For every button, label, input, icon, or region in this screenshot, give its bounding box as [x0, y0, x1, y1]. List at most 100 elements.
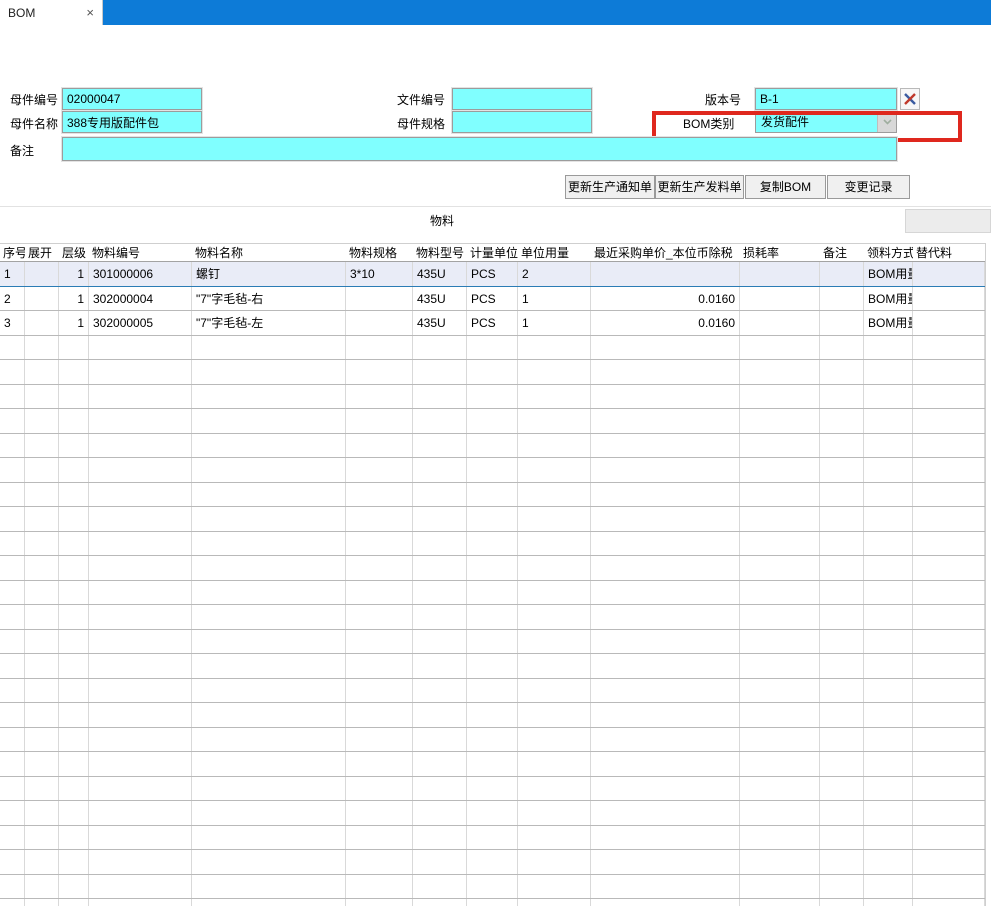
table-row[interactable] — [0, 458, 985, 483]
column-header[interactable]: 物料名称 — [192, 244, 346, 263]
table-row[interactable] — [0, 532, 985, 557]
version-input[interactable] — [755, 88, 897, 110]
copy-bom-button[interactable]: 复制BOM — [745, 175, 826, 199]
table-cell — [346, 899, 413, 906]
parent-name-input[interactable] — [62, 111, 202, 133]
table-cell — [467, 507, 518, 531]
close-icon[interactable]: × — [84, 6, 96, 19]
table-cell — [59, 556, 89, 580]
update-production-notice-button[interactable]: 更新生产通知单 — [565, 175, 655, 199]
table-cell — [864, 605, 913, 629]
table-cell — [740, 826, 820, 850]
table-cell — [0, 458, 25, 482]
update-production-issue-button[interactable]: 更新生产发料单 — [655, 175, 744, 199]
table-cell — [192, 507, 346, 531]
column-header[interactable]: 序号 — [0, 244, 25, 263]
table-cell — [192, 826, 346, 850]
table-cell — [864, 385, 913, 409]
tab-bom[interactable]: BOM × — [0, 0, 103, 25]
table-cell — [413, 679, 467, 703]
table-cell — [346, 728, 413, 752]
table-cell — [25, 899, 59, 906]
table-row[interactable] — [0, 728, 985, 753]
table-row[interactable] — [0, 654, 985, 679]
table-cell — [864, 850, 913, 874]
table-cell — [740, 654, 820, 678]
column-header[interactable]: 展开 — [25, 244, 59, 263]
column-header[interactable]: 最近采购单价_本位币除税 — [591, 244, 740, 263]
column-header[interactable]: 物料编号 — [89, 244, 192, 263]
table-cell — [864, 360, 913, 384]
doc-code-input[interactable] — [452, 88, 592, 110]
table-cell — [346, 801, 413, 825]
table-cell — [740, 262, 820, 286]
table-row[interactable] — [0, 899, 985, 906]
table-row[interactable] — [0, 507, 985, 532]
table-cell — [864, 703, 913, 727]
table-cell: 1 — [518, 311, 591, 335]
table-row[interactable] — [0, 360, 985, 385]
table-cell — [591, 850, 740, 874]
table-cell — [89, 507, 192, 531]
column-header[interactable]: 计量单位 — [467, 244, 518, 263]
table-row[interactable] — [0, 409, 985, 434]
column-header[interactable]: 领料方式 — [864, 244, 913, 263]
table-cell — [346, 507, 413, 531]
table-cell — [346, 287, 413, 311]
table-row[interactable] — [0, 752, 985, 777]
table-row[interactable] — [0, 556, 985, 581]
table-row[interactable] — [0, 703, 985, 728]
table-cell — [740, 605, 820, 629]
table-cell — [591, 605, 740, 629]
table-cell — [0, 434, 25, 458]
table-row[interactable] — [0, 801, 985, 826]
table-cell — [59, 605, 89, 629]
column-header[interactable]: 单位用量 — [518, 244, 591, 263]
table-row[interactable]: 31302000005"7"字毛毡-左435UPCS10.0160BOM用量 — [0, 311, 985, 336]
table-row[interactable] — [0, 483, 985, 508]
table-cell — [0, 556, 25, 580]
table-cell — [913, 458, 985, 482]
table-cell — [740, 434, 820, 458]
table-cell — [59, 336, 89, 360]
table-cell — [0, 336, 25, 360]
change-log-button[interactable]: 变更记录 — [827, 175, 910, 199]
table-cell — [59, 728, 89, 752]
table-row[interactable] — [0, 875, 985, 900]
table-row[interactable] — [0, 336, 985, 361]
table-row[interactable] — [0, 605, 985, 630]
table-row[interactable] — [0, 777, 985, 802]
table-cell — [59, 409, 89, 433]
column-header[interactable]: 物料型号 — [413, 244, 467, 263]
column-header[interactable]: 替代料 — [913, 244, 985, 263]
column-header[interactable]: 损耗率 — [740, 244, 820, 263]
version-clear-button[interactable] — [900, 88, 920, 110]
table-row[interactable] — [0, 434, 985, 459]
table-row[interactable] — [0, 850, 985, 875]
remark-input[interactable] — [62, 137, 897, 161]
table-cell — [820, 899, 864, 906]
table-row[interactable]: 21302000004"7"字毛毡-右435UPCS10.0160BOM用量 — [0, 287, 985, 312]
table-row[interactable] — [0, 581, 985, 606]
column-header[interactable]: 层级 — [59, 244, 89, 263]
table-row[interactable] — [0, 385, 985, 410]
table-cell — [913, 875, 985, 899]
table-row[interactable]: 11301000006螺钉3*10435UPCS2BOM用量 — [0, 262, 985, 287]
table-row[interactable] — [0, 630, 985, 655]
table-cell: "7"字毛毡-右 — [192, 287, 346, 311]
table-row[interactable] — [0, 826, 985, 851]
parent-code-input[interactable] — [62, 88, 202, 110]
table-cell — [820, 360, 864, 384]
column-header[interactable]: 备注 — [820, 244, 864, 263]
table-row[interactable] — [0, 679, 985, 704]
parent-spec-input[interactable] — [452, 111, 592, 133]
table-cell — [192, 434, 346, 458]
table-cell — [913, 826, 985, 850]
column-header[interactable]: 物料规格 — [346, 244, 413, 263]
tab-materials[interactable]: 物料 — [430, 212, 454, 229]
table-cell — [25, 483, 59, 507]
table-cell — [59, 679, 89, 703]
table-cell — [467, 556, 518, 580]
table-cell — [89, 826, 192, 850]
table-cell — [820, 311, 864, 335]
